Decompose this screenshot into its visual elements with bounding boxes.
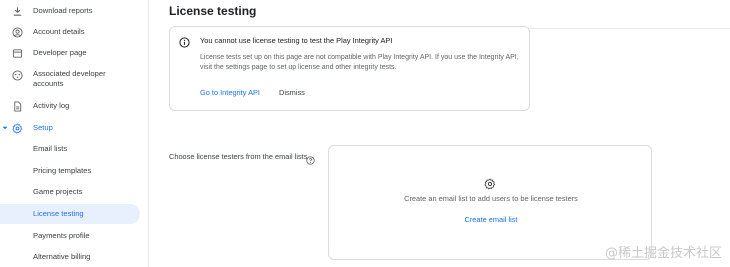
linked-accounts-icon: [11, 69, 23, 81]
sidebar-item-label: License testing: [33, 209, 84, 218]
license-testers-label: Choose license testers from the email li…: [169, 152, 308, 161]
banner-body: License tests set up on this page are no…: [200, 54, 519, 71]
info-icon: [179, 35, 190, 48]
integrity-warning-banner: You cannot use license testing to test t…: [169, 26, 530, 111]
help-icon[interactable]: [306, 152, 315, 165]
sidebar-item-developer-page[interactable]: Developer page: [0, 47, 140, 59]
sidebar-item-pricing-templates[interactable]: Pricing templates: [0, 165, 140, 177]
sidebar-item-label: Email lists: [33, 144, 68, 153]
sidebar-item-account-details[interactable]: Account details: [0, 26, 140, 38]
sidebar-item-license-testing[interactable]: License testing: [0, 204, 140, 224]
sidebar-item-alternative-billing[interactable]: Alternative billing: [0, 251, 140, 263]
account-circle-icon: [11, 26, 23, 38]
sidebar-item-label: Game projects: [33, 187, 83, 196]
gear-icon: [484, 177, 496, 190]
email-lists-empty-state: Create an email list to add users to be …: [328, 145, 652, 260]
page-title: License testing: [169, 4, 257, 18]
banner-title: You cannot use license testing to test t…: [200, 36, 393, 45]
gear-icon: [11, 122, 23, 134]
go-to-integrity-api-link[interactable]: Go to Integrity API: [200, 88, 260, 97]
sidebar: Download reports Account details Develop…: [0, 0, 142, 267]
sidebar-item-email-lists[interactable]: Email lists: [0, 143, 140, 155]
create-email-list-link: Create email list: [329, 215, 653, 224]
watermark: @稀土掘金技术社区: [604, 246, 722, 261]
sidebar-item-payments-profile[interactable]: Payments profile: [0, 230, 140, 242]
sidebar-item-label: Account details: [33, 27, 85, 36]
sidebar-item-setup[interactable]: Setup: [0, 122, 140, 134]
sidebar-item-label: Alternative billing: [33, 252, 91, 261]
section-divider: [530, 28, 730, 29]
sidebar-divider: [148, 0, 149, 267]
caret-down-icon: [2, 125, 8, 131]
sidebar-item-label: Pricing templates: [33, 166, 92, 175]
sidebar-item-label: Payments profile: [33, 231, 90, 240]
dismiss-button[interactable]: Dismiss: [279, 88, 305, 97]
sidebar-item-game-projects[interactable]: Game projects: [0, 186, 140, 198]
empty-state-text: Create an email list to add users to be …: [404, 194, 578, 203]
download-icon: [11, 5, 23, 17]
sidebar-item-activity-log[interactable]: Activity log: [0, 100, 140, 112]
sidebar-item-label: Associated developer accounts: [33, 69, 106, 88]
sidebar-item-label: Download reports: [33, 6, 93, 15]
sidebar-item-label: Setup: [33, 123, 53, 132]
sidebar-item-label: Developer page: [33, 48, 87, 57]
sidebar-item-label: Activity log: [33, 101, 70, 110]
create-email-list-button[interactable]: Create email list: [465, 215, 518, 224]
document-icon: [11, 100, 23, 112]
web-page-icon: [11, 47, 23, 59]
sidebar-item-download-reports[interactable]: Download reports: [0, 5, 140, 17]
sidebar-item-associated-accounts[interactable]: Associated developer accounts: [0, 69, 140, 91]
